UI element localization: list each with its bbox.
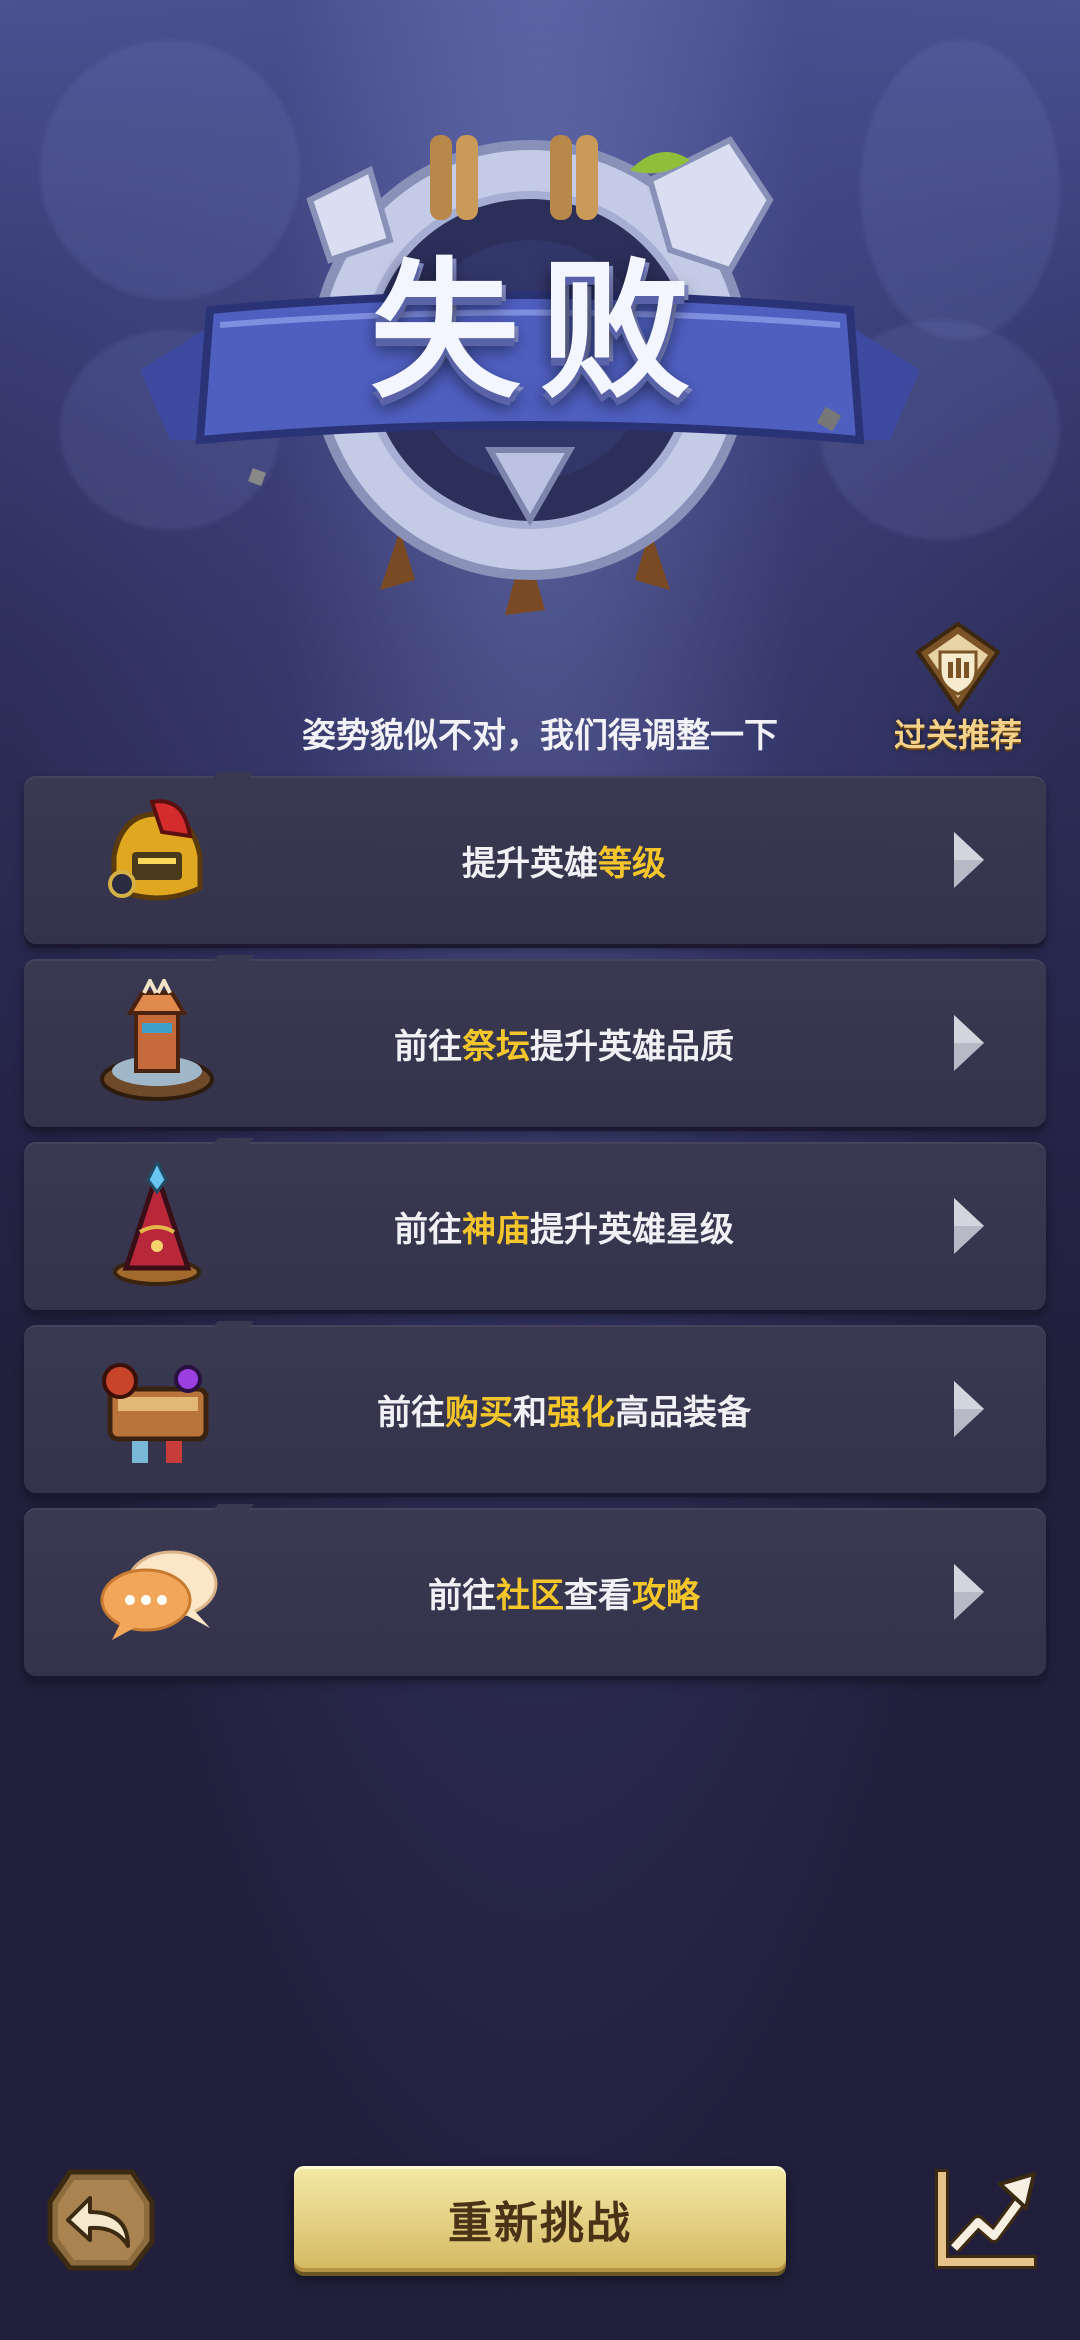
stage-recommend-label: 过关推荐 bbox=[893, 716, 1022, 754]
retry-challenge-label: 重新挑战 bbox=[448, 2198, 632, 2249]
chevron-right-icon bbox=[952, 1379, 986, 1439]
shield-icon bbox=[910, 618, 1006, 714]
back-button[interactable] bbox=[46, 2168, 156, 2272]
chevron-right-icon bbox=[952, 1196, 986, 1256]
helmet-icon bbox=[92, 796, 222, 926]
suggestion-community-guide[interactable]: 前往 社区 查看 攻略 bbox=[24, 1508, 1046, 1676]
chevron-right-icon bbox=[952, 1562, 986, 1622]
chat-bubble-icon bbox=[92, 1528, 222, 1658]
suggestion-altar-quality[interactable]: 前往 祭坛 提升英雄品质 bbox=[24, 959, 1046, 1127]
suggestion-temple-star[interactable]: 前往 神庙 提升英雄星级 bbox=[24, 1142, 1046, 1310]
equipment-icon bbox=[92, 1345, 222, 1475]
altar-icon bbox=[92, 979, 222, 1109]
page-title: 失败 bbox=[369, 245, 710, 419]
suggestion-buy-equipment[interactable]: 前往 购买和强化 高品装备 bbox=[24, 1325, 1046, 1493]
stage-recommend-button[interactable]: 过关推荐 bbox=[868, 618, 1048, 758]
suggestion-label: 前往 神庙 提升英雄星级 bbox=[394, 1209, 734, 1250]
chevron-right-icon bbox=[952, 1013, 986, 1073]
chevron-right-icon bbox=[952, 830, 986, 890]
trend-chart-icon bbox=[935, 2169, 1037, 2269]
suggestion-label: 前往 购买和强化 高品装备 bbox=[377, 1392, 751, 1433]
suggestion-upgrade-level[interactable]: 提升英雄 等级 bbox=[24, 776, 1046, 944]
trend-button[interactable] bbox=[930, 2164, 1040, 2274]
suggestion-label: 提升英雄 等级 bbox=[462, 843, 666, 884]
suggestion-label: 前往 社区 查看 攻略 bbox=[428, 1575, 700, 1616]
retry-challenge-button[interactable]: 重新挑战 bbox=[294, 2166, 786, 2272]
temple-icon bbox=[92, 1162, 222, 1292]
suggestion-label: 前往 祭坛 提升英雄品质 bbox=[394, 1026, 734, 1067]
back-arrow-icon bbox=[47, 2169, 155, 2271]
defeat-subtitle: 姿势貌似不对，我们得调整一下 bbox=[302, 716, 778, 756]
